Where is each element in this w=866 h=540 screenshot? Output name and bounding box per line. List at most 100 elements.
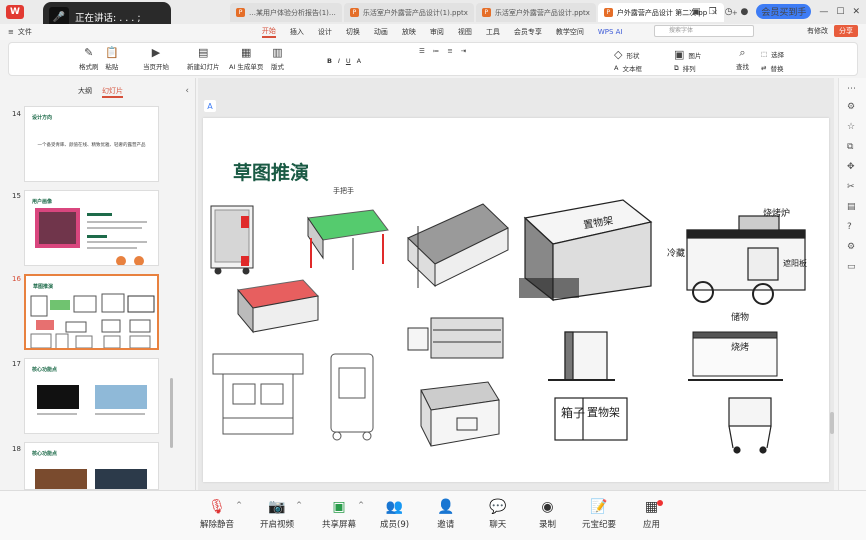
slide-number: 14 [12, 110, 21, 118]
hamburger-icon[interactable]: ≡ [8, 28, 14, 36]
record-button[interactable]: ◉ 录制 [539, 499, 556, 530]
doc-tab-1[interactable]: P …某用户体验分析报告(1)… [230, 3, 342, 22]
caret-up-icon[interactable]: ^ [296, 501, 302, 509]
invite-button[interactable]: 👤 邀请 [437, 499, 454, 530]
paste-button[interactable]: 📋 粘贴 [105, 47, 119, 72]
text-format-group: B I U A [327, 57, 361, 65]
font-search-input[interactable]: 搜索字体 [654, 25, 754, 37]
layout-button[interactable]: ▥ 版式 [271, 47, 284, 72]
yuanbao-notes-button[interactable]: 📝 元宝纪要 [582, 499, 616, 530]
image-button[interactable]: ▣ 图片 [674, 49, 701, 61]
unmute-button[interactable]: 🎙 解除静音 ^ [200, 499, 242, 530]
menu-tools[interactable]: 工具 [486, 27, 500, 37]
play-icon: ▶ [151, 46, 161, 59]
arrange-button[interactable]: ⧉ 排列 [674, 63, 696, 74]
notes-icon: 📝 [590, 499, 608, 515]
menu-design[interactable]: 设计 [318, 27, 332, 37]
ai-assist-icon[interactable]: A [204, 100, 216, 112]
collapse-panel-icon[interactable]: ‹ [185, 86, 189, 96]
new-slide-button[interactable]: ▤ 新建幻灯片 [187, 47, 220, 72]
wps-logo-icon[interactable]: W [6, 5, 24, 19]
history-icon[interactable]: ◷ [725, 7, 733, 17]
properties-icon[interactable]: ⚙ [847, 102, 855, 112]
doc-tab-2[interactable]: P 乐活室户外露营产品设计(1).pptx [343, 3, 474, 22]
layout-icon[interactable]: ▣ [692, 7, 701, 17]
window-controls: ▣ ❐ ◷ ● 会员买到手 — ☐ ✕ [692, 4, 860, 19]
settings-icon[interactable]: ⚙ [847, 242, 855, 252]
slide-thumb-14[interactable]: 设计方向 一个备受青睐、颜值在线、精致优雅、轻奢的露营产品 [24, 106, 159, 182]
play-current-button[interactable]: ▶ 当页开始 [143, 46, 169, 72]
slide-number: 16 [12, 275, 21, 283]
chat-button[interactable]: 💬 聊天 [489, 499, 506, 530]
share-button[interactable]: 分享 [834, 25, 858, 37]
sketch-green-table [307, 209, 389, 270]
ai-single-page-button[interactable]: ▦ AI 生成单页 [229, 47, 263, 72]
star-icon[interactable]: ☆ [847, 122, 855, 132]
bold-icon[interactable]: B [327, 57, 332, 65]
replace-button[interactable]: ⇄ 替换 [761, 63, 783, 73]
menu-slideshow[interactable]: 放映 [402, 27, 416, 37]
find-button[interactable]: ⌕ 查找 [736, 46, 749, 72]
slide-thumb-15[interactable]: 用户画像 [24, 190, 159, 266]
annotation-storage: 储物 [731, 313, 750, 323]
underline-icon[interactable]: U [346, 57, 351, 65]
sketch-outline-cabinet [212, 353, 304, 435]
select-button[interactable]: ⬚ 选择 [761, 49, 784, 59]
window-icon[interactable]: ❐ [709, 7, 717, 17]
menu-wps-ai[interactable]: WPS AI [598, 28, 623, 36]
members-button[interactable]: 👥 成员(9) [380, 499, 409, 530]
panel-icon[interactable]: ▭ [847, 262, 856, 272]
menu-animation[interactable]: 动画 [374, 27, 388, 37]
current-slide[interactable]: 草图推演 手把手 置物架 烧烤炉 冷藏 遮阳板 储物 箱子 置物架 烧烤 [203, 118, 829, 482]
minimize-icon[interactable]: — [819, 7, 828, 17]
menu-insert[interactable]: 插入 [290, 27, 304, 37]
italic-icon[interactable]: I [338, 57, 340, 65]
tab-slides[interactable]: 幻灯片 [102, 86, 123, 98]
file-menu[interactable]: ≡ 文件 [8, 27, 32, 37]
textbox-button[interactable]: A 文本框 [614, 63, 642, 73]
canvas-scrollbar[interactable] [830, 412, 834, 434]
menu-member[interactable]: 会员专享 [514, 27, 542, 37]
search-icon: ⌕ [739, 46, 746, 59]
menu-transition[interactable]: 切换 [346, 27, 360, 37]
layers-icon[interactable]: ▤ [847, 202, 856, 212]
maximize-icon[interactable]: ☐ [836, 7, 844, 17]
doc-tab-3[interactable]: P 乐活室户外露营产品设计.pptx [475, 3, 596, 22]
arrange-icon: ⧉ [674, 63, 679, 72]
sketch-outline-trolley [330, 353, 374, 441]
slide-thumb-17[interactable]: 核心功能点 [24, 358, 159, 434]
sidebar-scrollbar[interactable] [170, 378, 173, 448]
shape-button[interactable]: ◇ 形状 [614, 49, 639, 61]
indent-icon[interactable]: ⇥ [461, 47, 466, 55]
copy-icon[interactable]: ⧉ [847, 142, 853, 152]
share-screen-button[interactable]: ▣ 共享屏幕 ^ [322, 499, 364, 530]
close-window-icon[interactable]: ✕ [852, 7, 860, 17]
menu-home[interactable]: 开始 [261, 26, 276, 38]
caret-up-icon[interactable]: ^ [358, 501, 364, 509]
align-icon[interactable]: ≡ [447, 47, 452, 55]
modified-status[interactable]: 有修改 [807, 26, 828, 36]
menu-review[interactable]: 审阅 [430, 27, 444, 37]
start-video-button[interactable]: 📷 开启视频 ^ [260, 499, 302, 530]
more-icon[interactable]: ⋯ [847, 84, 856, 94]
tab-outline[interactable]: 大纲 [78, 86, 92, 98]
invite-icon: 👤 [437, 499, 455, 515]
numbering-icon[interactable]: ≔ [433, 47, 440, 55]
annotation-shade: 遮阳板 [783, 259, 807, 268]
select-icon: ⬚ [761, 50, 768, 58]
menu-view[interactable]: 视图 [458, 27, 472, 37]
help-icon[interactable]: ? [847, 222, 852, 232]
vip-button[interactable]: 会员买到手 [756, 4, 812, 19]
slide-thumb-18[interactable]: 核心功能点 [24, 442, 159, 490]
slide-thumb-16-selected[interactable]: 草图推演 [24, 274, 159, 350]
menu-teaching[interactable]: 教学空间 [556, 27, 584, 37]
font-color-icon[interactable]: A [357, 57, 361, 65]
document-tabs: P …某用户体验分析报告(1)… P 乐活室户外露营产品设计(1).pptx P 乐活… [230, 3, 744, 22]
bullets-icon[interactable]: ☰ [419, 47, 425, 55]
tools-icon[interactable]: ✂ [847, 182, 855, 192]
pptx-file-icon: P [603, 8, 613, 17]
format-painter-button[interactable]: ✎ 格式刷 [79, 47, 99, 72]
avatar[interactable]: ● [741, 7, 749, 17]
transform-icon[interactable]: ✥ [847, 162, 855, 172]
caret-up-icon[interactable]: ^ [236, 501, 242, 509]
